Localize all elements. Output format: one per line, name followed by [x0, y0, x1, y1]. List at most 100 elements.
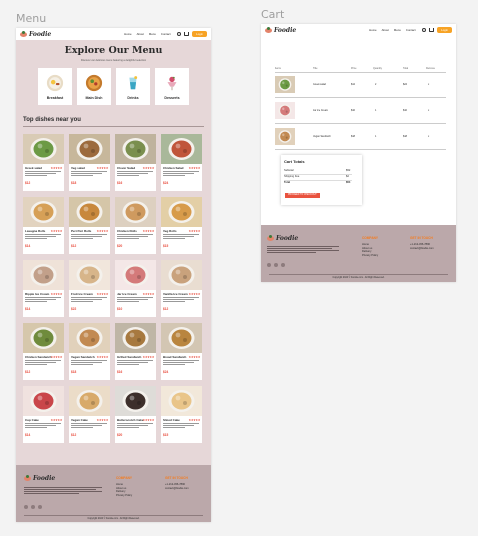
dish-card[interactable]: Clover Salad ★★★★★ $16 [115, 133, 156, 191]
dish-card[interactable]: Ripple Ice Cream ★★★★★ $14 [23, 259, 64, 317]
cart-page-frame: Foodie Home About Menu Contact Login Ite… [261, 24, 456, 282]
navbar: Foodie Home About Menu Contact Login [261, 24, 456, 36]
cart-item-title: Greek salad [313, 83, 326, 86]
nav-link-about[interactable]: About [382, 28, 389, 32]
dish-photo [69, 322, 110, 353]
category-desserts[interactable]: Desserts [155, 68, 189, 105]
footer-about-text [267, 245, 339, 253]
breakfast-plate-icon [46, 74, 64, 91]
dish-price: $24 [163, 180, 169, 185]
twitter-icon[interactable] [31, 505, 35, 509]
brand-name: Foodie [276, 235, 299, 242]
dish-card[interactable]: Bread Sandwich ★★★★★ $24 [161, 322, 202, 380]
dish-card[interactable]: Fruit Ice Cream ★★★★★ $22 [69, 259, 110, 317]
category-drinks[interactable]: Drinks [116, 68, 150, 105]
footer-email[interactable]: contact@foodie.com [410, 247, 434, 251]
nav-link-contact[interactable]: Contact [161, 32, 171, 36]
dish-card[interactable]: Chicken Salad ★★★★★ $24 [161, 133, 202, 191]
dish-card[interactable]: Peri Peri Rolls ★★★★★ $12 [69, 196, 110, 254]
footer-link-privacy[interactable]: Privacy Policy [362, 254, 378, 258]
dish-card[interactable]: Veg Rolls ★★★★★ $15 [161, 196, 202, 254]
subtotal-label: Subtotal [284, 169, 294, 172]
login-button[interactable]: Login [192, 31, 207, 37]
dish-photo [69, 196, 110, 227]
footer-logo[interactable]: Foodie [267, 235, 298, 242]
nav-link-menu[interactable]: Menu [394, 28, 401, 32]
facebook-icon[interactable] [24, 505, 28, 509]
dish-description [117, 170, 153, 176]
divider [275, 149, 446, 150]
header-total: Total [403, 67, 409, 70]
footer-company: COMPANY Home About us Delivery Privacy P… [116, 476, 132, 497]
copyright: Copyright 2024 © Foodie.com - All Right … [332, 277, 385, 279]
dish-description [25, 296, 61, 302]
brand-logo[interactable]: Foodie [20, 30, 52, 38]
dish-card[interactable]: Vegan Sandwich ★★★★★ $18 [69, 322, 110, 380]
dish-card[interactable]: Greek salad ★★★★★ $12 [23, 133, 64, 191]
dish-photo [115, 259, 156, 290]
footer-link-privacy[interactable]: Privacy Policy [116, 494, 132, 498]
footer-email[interactable]: contact@foodie.com [165, 487, 189, 491]
dish-photo [69, 259, 110, 290]
nav-link-menu[interactable]: Menu [149, 32, 156, 36]
nav-link-home[interactable]: Home [124, 32, 131, 36]
dish-card[interactable]: Vegan Cake ★★★★★ $12 [69, 385, 110, 443]
footer-logo[interactable]: Foodie [24, 475, 55, 482]
search-icon[interactable] [176, 31, 182, 37]
divider [275, 123, 446, 124]
linkedin-icon[interactable] [281, 263, 285, 267]
dish-price: $22 [71, 306, 77, 311]
footer-contact: GET IN TOUCH +1-212-456-7890 contact@foo… [410, 236, 434, 250]
dish-photo [115, 133, 156, 164]
category-label: Main Dish [85, 95, 103, 100]
dish-description [25, 233, 61, 239]
dish-price: $12 [163, 306, 169, 311]
dish-card[interactable]: Jar Ice Cream ★★★★★ $10 [115, 259, 156, 317]
nav-link-about[interactable]: About [137, 32, 144, 36]
nav-link-contact[interactable]: Contact [406, 28, 416, 32]
navbar: Foodie Home About Menu Contact Login [16, 28, 211, 40]
dish-description [71, 170, 107, 176]
remove-item-button[interactable]: x [428, 83, 429, 86]
search-icon[interactable] [421, 27, 427, 33]
dish-card[interactable]: Chicken Sandwich ★★★★★ $12 [23, 322, 64, 380]
category-list: Breakfast Main Dish Drinks Desserts [16, 68, 211, 105]
dish-description [71, 233, 107, 239]
remove-item-button[interactable]: x [428, 135, 429, 138]
dish-photo [115, 385, 156, 416]
dish-card[interactable]: Cup Cake ★★★★★ $14 [23, 385, 64, 443]
dish-card[interactable]: Sliced Cake ★★★★★ $15 [161, 385, 202, 443]
dish-price: $24 [163, 369, 169, 374]
brand-name: Foodie [29, 30, 52, 38]
brand-logo[interactable]: Foodie [265, 26, 296, 34]
linkedin-icon[interactable] [38, 505, 42, 509]
nav-link-home[interactable]: Home [369, 28, 376, 32]
dish-description [117, 422, 153, 428]
facebook-icon[interactable] [267, 263, 271, 267]
login-button[interactable]: Login [437, 27, 452, 33]
divider [275, 97, 446, 98]
section-title: Top dishes near you [23, 117, 81, 123]
dish-description [71, 296, 107, 302]
cart-icon[interactable] [429, 28, 435, 32]
dish-card[interactable]: Vanilla Ice Cream ★★★★★ $12 [161, 259, 202, 317]
cart-icon[interactable] [184, 32, 190, 36]
dish-card[interactable]: Butterscotch Cake ★★★★★ $20 [115, 385, 156, 443]
cart-item-total: $10 [403, 109, 407, 112]
total-value: $54 [346, 181, 351, 184]
dish-card[interactable]: Veg salad ★★★★★ $18 [69, 133, 110, 191]
remove-item-button[interactable]: x [428, 109, 429, 112]
dish-photo [69, 133, 110, 164]
dish-photo [23, 196, 64, 227]
category-main-dish[interactable]: Main Dish [77, 68, 111, 105]
drink-glass-icon [129, 75, 138, 89]
menu-section: Explore Our Menu Discover our delicious … [16, 40, 211, 465]
category-breakfast[interactable]: Breakfast [38, 68, 72, 105]
checkout-button[interactable]: PROCEED TO CHECKOUT [285, 193, 320, 198]
dish-card[interactable]: Grilled Sandwich ★★★★★ $16 [115, 322, 156, 380]
twitter-icon[interactable] [274, 263, 278, 267]
cart-item-quantity: 1 [375, 135, 377, 138]
dish-card[interactable]: Chicken Rolls ★★★★★ $20 [115, 196, 156, 254]
dish-card[interactable]: Lasagna Rolls ★★★★★ $14 [23, 196, 64, 254]
dish-price: $16 [117, 369, 123, 374]
